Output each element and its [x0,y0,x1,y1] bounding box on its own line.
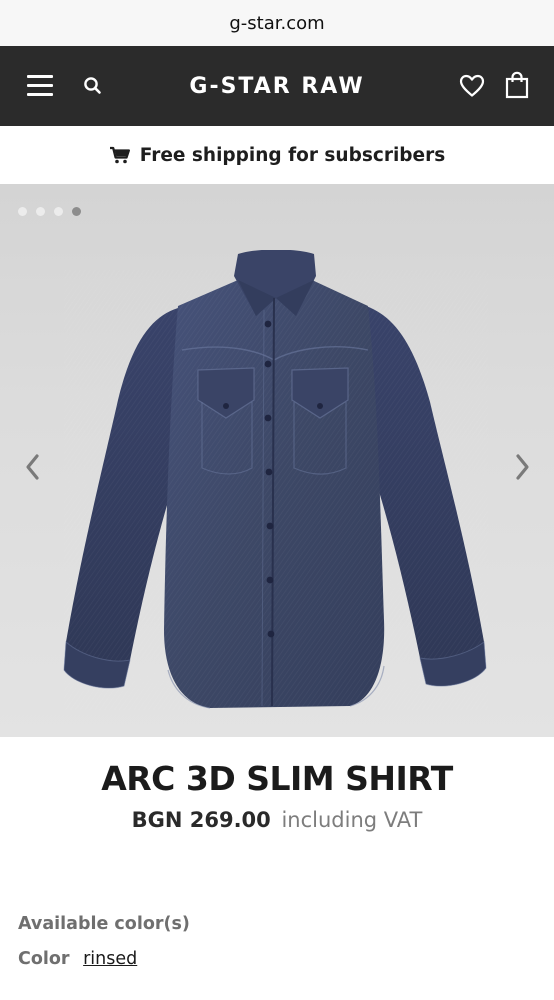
chevron-right-icon[interactable] [512,452,532,482]
browser-url-bar[interactable]: g-star.com [0,0,554,46]
chevron-left-icon[interactable] [23,452,43,482]
product-image-gallery[interactable] [0,184,554,737]
promo-text: Free shipping for subscribers [139,144,446,166]
shopping-bag-icon[interactable] [505,71,529,99]
product-price: BGN 269.00 [131,808,271,832]
url-text: g-star.com [229,12,325,34]
selected-color-link[interactable]: rinsed [83,949,137,969]
product-title: ARC 3D SLIM SHIRT [101,759,453,798]
available-colors-heading: Available color(s) [18,914,190,934]
product-info: ARC 3D SLIM SHIRT BGN 269.00 including V… [0,759,554,832]
gallery-dot-active[interactable] [72,207,81,216]
color-label: Color [18,949,70,969]
promo-banner: Free shipping for subscribers [0,126,554,184]
selected-color-row: Color rinsed [18,949,190,969]
hamburger-menu-icon[interactable] [27,75,53,97]
gallery-dot[interactable] [54,207,63,216]
cart-icon [109,146,130,164]
site-header: G-STAR RAW [0,46,554,126]
price-row: BGN 269.00 including VAT [0,808,554,832]
product-image-shirt [63,250,488,710]
gallery-pagination [18,207,81,216]
gallery-dot[interactable] [36,207,45,216]
heart-icon[interactable] [459,74,485,98]
vat-note: including VAT [281,808,423,832]
color-selector: Available color(s) Color rinsed [18,914,190,969]
search-icon[interactable] [83,76,103,96]
gallery-dot[interactable] [18,207,27,216]
